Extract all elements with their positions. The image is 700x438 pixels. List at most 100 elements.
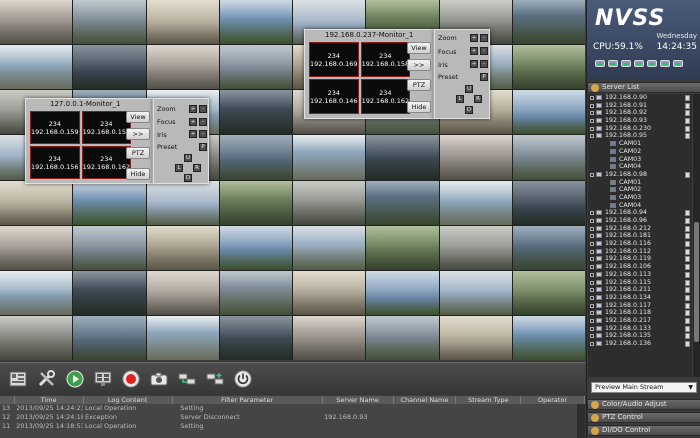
expand-icon[interactable]	[590, 111, 594, 116]
log-column-header[interactable]: Operator	[520, 396, 585, 404]
log-column-header[interactable]: Server Name	[322, 396, 394, 404]
expand-icon[interactable]	[590, 311, 594, 316]
hide-button[interactable]: Hide	[407, 101, 431, 113]
ptz-down-button[interactable]: D	[184, 174, 192, 182]
tree-server-item[interactable]: 192.168.0.217	[588, 317, 692, 325]
ptz-up-button[interactable]: U	[184, 154, 192, 162]
expand-icon[interactable]	[590, 242, 594, 247]
tree-server-item[interactable]: 192.168.0.118	[588, 309, 692, 317]
iris-open-button[interactable]: +	[470, 60, 478, 68]
tree-server-item[interactable]: 192.168.0.119	[588, 255, 692, 263]
color-audio-section[interactable]: Color/Audio Adjust	[587, 399, 700, 410]
camera-feed[interactable]	[146, 225, 219, 270]
iris-close-button[interactable]: -	[480, 60, 488, 68]
collapse-icon[interactable]	[590, 134, 594, 139]
expand-icon[interactable]	[590, 126, 594, 131]
camera-feed[interactable]	[512, 315, 585, 360]
focus-in-button[interactable]: +	[470, 47, 478, 55]
camera-feed[interactable]	[219, 135, 292, 180]
log-column-header[interactable]: Stream Type	[455, 396, 522, 404]
monitor-cell[interactable]: 234 192.168.0.158	[360, 42, 411, 77]
tree-camera-item[interactable]: CAM04	[588, 163, 692, 171]
monitor-cell[interactable]: 234 192.168.0.162	[81, 146, 132, 179]
camera-feed[interactable]	[219, 45, 292, 90]
camera-feed[interactable]	[439, 135, 512, 180]
ptz-button[interactable]: PTZ	[126, 147, 150, 159]
camera-feed[interactable]	[219, 90, 292, 135]
log-column-header[interactable]: Channel Name	[393, 396, 457, 404]
camera-feed[interactable]	[293, 270, 366, 315]
expand-icon[interactable]	[590, 326, 594, 331]
camera-feed[interactable]	[512, 180, 585, 225]
camera-feed[interactable]	[219, 315, 292, 360]
expand-icon[interactable]	[590, 96, 594, 100]
tree-camera-item[interactable]: CAM03	[588, 156, 692, 164]
snapshot-icon[interactable]	[149, 369, 169, 389]
camera-feed[interactable]	[146, 45, 219, 90]
expand-icon[interactable]	[590, 234, 594, 239]
tree-server-item[interactable]: 192.168.0.136	[588, 340, 692, 348]
expand-icon[interactable]	[590, 280, 594, 285]
camera-feed[interactable]	[366, 180, 439, 225]
expand-icon[interactable]	[590, 295, 594, 300]
zoom-out-button[interactable]: -	[480, 34, 488, 42]
expand-icon[interactable]	[590, 219, 594, 223]
ptz-button[interactable]: PTZ	[407, 79, 431, 91]
tree-server-item[interactable]: 192.168.0.133	[588, 325, 692, 333]
camera-feed[interactable]	[366, 225, 439, 270]
focus-out-button[interactable]: -	[199, 118, 207, 126]
camera-feed[interactable]	[146, 315, 219, 360]
tree-server-item[interactable]: 192.168.0.98	[588, 171, 692, 179]
camera-feed[interactable]	[512, 90, 585, 135]
expand-icon[interactable]	[590, 257, 594, 262]
ptz-control-section[interactable]: PTZ Control	[587, 412, 700, 423]
tree-server-item[interactable]: 192.168.0.113	[588, 271, 692, 279]
next-button[interactable]: >>	[407, 59, 431, 71]
camera-feed[interactable]	[512, 135, 585, 180]
camera-feed[interactable]	[219, 270, 292, 315]
view-button[interactable]: View	[126, 111, 150, 123]
tree-camera-item[interactable]: CAM02	[588, 186, 692, 194]
tree-server-item[interactable]: 192.168.0.134	[588, 294, 692, 302]
tree-server-item[interactable]: 192.168.0.112	[588, 248, 692, 256]
ptz-left-button[interactable]: L	[175, 164, 183, 172]
log-column-header[interactable]	[0, 396, 15, 404]
monitor-cell[interactable]: 234 192.168.0.169	[309, 42, 359, 77]
camera-feed[interactable]	[0, 315, 73, 360]
zoom-in-button[interactable]: +	[470, 34, 478, 42]
preset-button[interactable]: P	[199, 143, 207, 151]
layout-icon[interactable]	[8, 369, 28, 389]
expand-icon[interactable]	[590, 265, 594, 270]
camera-feed[interactable]	[366, 315, 439, 360]
zoom-out-button[interactable]: -	[199, 105, 207, 113]
expand-icon[interactable]	[590, 103, 594, 108]
log-column-header[interactable]: Time	[14, 396, 84, 404]
tree-camera-item[interactable]: CAM04	[588, 202, 692, 210]
camera-feed[interactable]	[0, 180, 73, 225]
table-row[interactable]: 11 2013/09/25 14:18:53 Local Operation S…	[0, 422, 585, 431]
expand-icon[interactable]	[590, 303, 594, 308]
tree-server-item[interactable]: 192.168.0.90	[588, 94, 692, 102]
camera-feed[interactable]	[0, 0, 73, 45]
camera-feed[interactable]	[512, 225, 585, 270]
expand-icon[interactable]	[590, 288, 594, 293]
hide-button[interactable]: Hide	[126, 168, 150, 180]
tree-server-item[interactable]: 192.168.0.95	[588, 132, 692, 140]
expand-icon[interactable]	[590, 249, 594, 254]
server-list-header[interactable]: Server List	[587, 82, 700, 93]
tree-server-item[interactable]: 192.168.0.94	[588, 209, 692, 217]
ptz-up-button[interactable]: U	[465, 85, 473, 93]
tree-server-item[interactable]: 192.168.0.230	[588, 125, 692, 133]
power-icon[interactable]	[233, 369, 253, 389]
tree-server-item[interactable]: 192.168.0.212	[588, 225, 692, 233]
table-row[interactable]: 12 2013/09/25 14:24:18 Exception Server …	[0, 413, 585, 422]
iris-close-button[interactable]: -	[199, 130, 207, 138]
tree-server-item[interactable]: 192.168.0.96	[588, 217, 692, 225]
expand-icon[interactable]	[590, 318, 594, 323]
tree-server-item[interactable]: 192.168.0.92	[588, 109, 692, 117]
tree-server-item[interactable]: 192.168.0.181	[588, 232, 692, 240]
playback-icon[interactable]	[65, 369, 85, 389]
tree-server-item[interactable]: 192.168.0.211	[588, 286, 692, 294]
monitor-config-icon[interactable]	[93, 369, 113, 389]
camera-feed[interactable]	[146, 270, 219, 315]
